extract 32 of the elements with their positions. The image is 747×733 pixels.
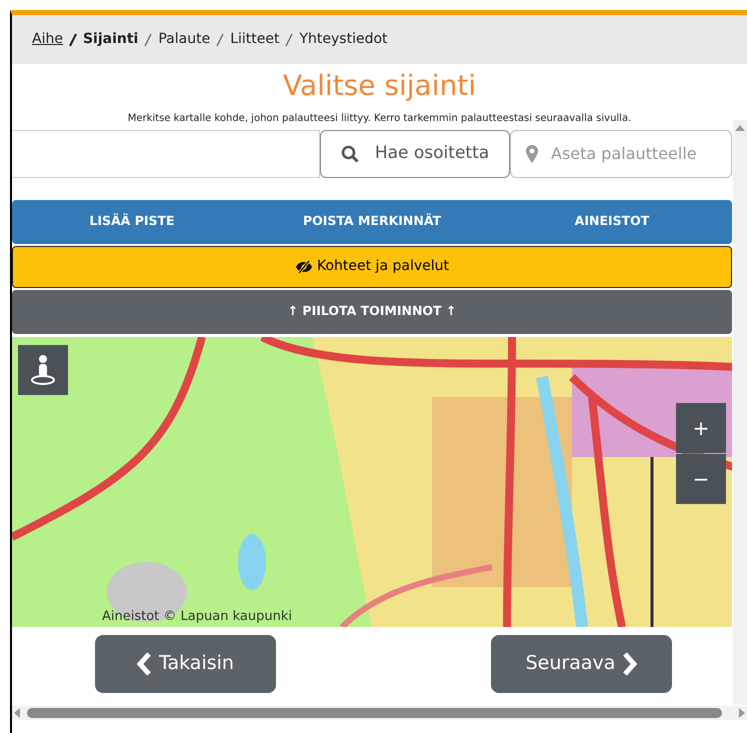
zoom-out-button[interactable]: −: [676, 454, 726, 504]
chevron-left-icon: [137, 652, 152, 676]
toolbar-button[interactable]: POISTA MERKINNÄT: [252, 200, 492, 244]
instructions-text: Merkitse kartalle kohde, johon palautteesi liittyy. Kerro tarkemmin palautteestasi seuraavalla sivulla.: [126, 112, 632, 126]
separator-icon: [216, 32, 224, 46]
pin-icon: [526, 144, 538, 163]
toolbar-button[interactable]: LISÄÄ PISTE: [12, 200, 252, 244]
search-icon: [340, 144, 359, 163]
next-button[interactable]: Seuraava: [491, 634, 672, 693]
eye-slash-icon: [294, 260, 313, 274]
search-button[interactable]: Hae osoitetta: [320, 130, 510, 178]
separator-icon: [144, 32, 152, 46]
chevron-right-icon: [623, 652, 638, 676]
breadcrumb-item[interactable]: Liitteet: [230, 29, 280, 50]
locate-button[interactable]: [18, 344, 68, 395]
page-title: Valitse sijainti: [282, 69, 477, 103]
horizontal-scrollbar[interactable]: [12, 706, 747, 720]
location-field[interactable]: Aseta palautteelle: [510, 130, 732, 178]
breadcrumb-item[interactable]: Sijainti: [82, 29, 138, 50]
layers-button[interactable]: Kohteet ja palvelut: [12, 246, 732, 288]
person-icon: [28, 352, 58, 387]
input-field[interactable]: [12, 130, 320, 178]
zoom-in-button[interactable]: +: [676, 402, 726, 453]
breadcrumb-link[interactable]: Aihe: [32, 29, 63, 50]
separator-icon: [285, 32, 294, 46]
separator-icon: [68, 32, 77, 46]
map-attribution: Aineistot © Lapuan kaupunki: [102, 608, 292, 626]
breadcrumb-item[interactable]: Palaute: [158, 29, 210, 50]
toolbar-button[interactable]: AINEISTOT: [492, 200, 732, 244]
breadcrumb-item[interactable]: Yhteystiedot: [299, 29, 388, 50]
hide-tools-button[interactable]: ↑ PIILOTA TOIMINNOT ↑: [12, 290, 732, 334]
back-button[interactable]: Takaisin: [95, 634, 276, 693]
